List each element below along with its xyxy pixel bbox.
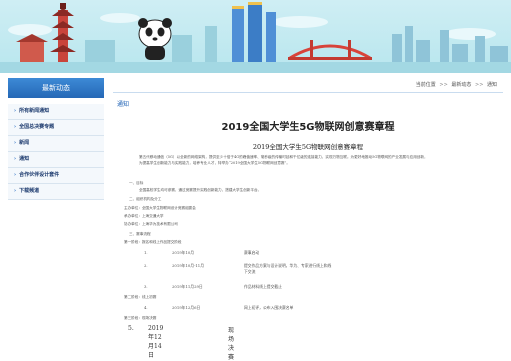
breadcrumb-separator: >> (439, 82, 448, 88)
schedule-date: 2019年12月6日 (172, 305, 201, 310)
goal-heading: 一、目标 (129, 181, 144, 185)
pagoda-icon (50, 3, 76, 62)
stage-three-label: 第三阶段：现场决赛 (124, 316, 157, 320)
org-line: 主办单位：全国大学生物联网设计竞赛组委会 (124, 206, 196, 210)
schedule-date: 2019年10月-11月 (172, 263, 204, 268)
schedule-task: 网上初评，公布入围决赛名单 (244, 305, 294, 310)
sidebar-item-label: 所有新闻通知 (19, 108, 50, 114)
sidebar-item-label: 下载频道 (19, 188, 40, 194)
sidebar: 最新动态 › 所有新闻通知 › 全国总决赛专题 › 新闻 › 通知 › 合作伙伴设计套件 … (8, 78, 104, 348)
chevron-right-icon: › (14, 108, 17, 114)
sidebar-item-notices[interactable]: › 通知 (8, 152, 104, 168)
breadcrumb: 当前位置 >> 最新动态 >> 通知 (113, 78, 503, 93)
article-subtitle: 2019全国大学生5G物联网创意赛章程 (252, 143, 364, 151)
sidebar-item-label: 通知 (19, 156, 30, 162)
sidebar-item-finals-topic[interactable]: › 全国总决赛专题 (8, 120, 104, 136)
section-title: 通知 (117, 101, 130, 108)
chevron-right-icon: › (14, 172, 17, 178)
sidebar-title: 最新动态 (8, 78, 104, 98)
schedule-heading: 三、赛事流程 (129, 232, 151, 236)
schedule-task: 赛事启动 (244, 250, 260, 255)
chevron-right-icon: › (14, 124, 17, 130)
org-heading: 二、组织机构及分工 (129, 197, 162, 201)
sidebar-item-label: 合作伙伴设计套件 (19, 172, 60, 178)
header-banner (0, 0, 511, 73)
chevron-right-icon: › (14, 188, 17, 194)
schedule-date: 2019年11月29日 (172, 284, 203, 289)
sidebar-item-downloads[interactable]: › 下载频道 (8, 184, 104, 200)
intro-paragraph: 第五代移动通信（5G）以全新的网络架构，提供至少十倍于4G的峰值速率、毫秒级的传… (139, 155, 469, 166)
chevron-right-icon: › (14, 140, 17, 146)
schedule-num: 2. (144, 263, 148, 268)
sidebar-item-news[interactable]: › 新闻 (8, 136, 104, 152)
breadcrumb-prefix: 当前位置 (415, 82, 436, 88)
schedule-num: 4. (144, 305, 148, 310)
schedule-date: 2019年10月 (172, 250, 195, 255)
schedule-num: 1. (144, 250, 148, 255)
org-line: 承办单位：上海交通大学 (124, 214, 164, 218)
stage-two-label: 第二阶段：线上初赛 (124, 295, 157, 299)
sidebar-item-label: 新闻 (19, 140, 30, 146)
schedule-num: 5. (128, 325, 134, 332)
breadcrumb-separator: >> (475, 82, 484, 88)
goal-text: 全国高校学生均可参赛，通过竞赛提升实践创新能力，搭建大学生创新平台。 (139, 188, 262, 192)
schedule-task: 现场决赛 (228, 327, 235, 361)
panda-mascot-icon (138, 18, 172, 60)
stage-one-label: 第一阶段：报名和线上作品提交阶段 (124, 240, 182, 244)
schedule-date: 2019年12月14日 (148, 325, 164, 359)
bridge-icon (288, 40, 372, 60)
breadcrumb-link-notices[interactable]: 通知 (487, 82, 497, 88)
sidebar-item-label: 全国总决赛专题 (19, 124, 55, 130)
chevron-right-icon: › (14, 156, 17, 162)
intro-line: 第五代移动通信（5G）以全新的网络架构，提供至少十倍于4G的峰值速率、毫秒级的传… (139, 155, 428, 159)
banner-illustration (0, 2, 511, 73)
schedule-task: 提交作品方案与设计说明，华为、专家进行线上和线下交流 (244, 263, 332, 274)
schedule-task: 作品材料线上提交截止 (244, 284, 282, 289)
sidebar-item-partner-kit[interactable]: › 合作伙伴设计套件 (8, 168, 104, 184)
org-line: 协办单位：上海华为技术有限公司 (124, 222, 178, 226)
article-title: 2019全国大学生5G物联网创意赛章程 (221, 122, 395, 133)
schedule-num: 3. (144, 284, 148, 289)
sidebar-item-all-news[interactable]: › 所有新闻通知 (8, 104, 104, 120)
intro-line: 为提高学生创新能力与实践能力，培养专业人才，特举办“2019全国大学生5G物联网… (139, 160, 290, 165)
breadcrumb-link-latest[interactable]: 最新动态 (451, 82, 471, 88)
